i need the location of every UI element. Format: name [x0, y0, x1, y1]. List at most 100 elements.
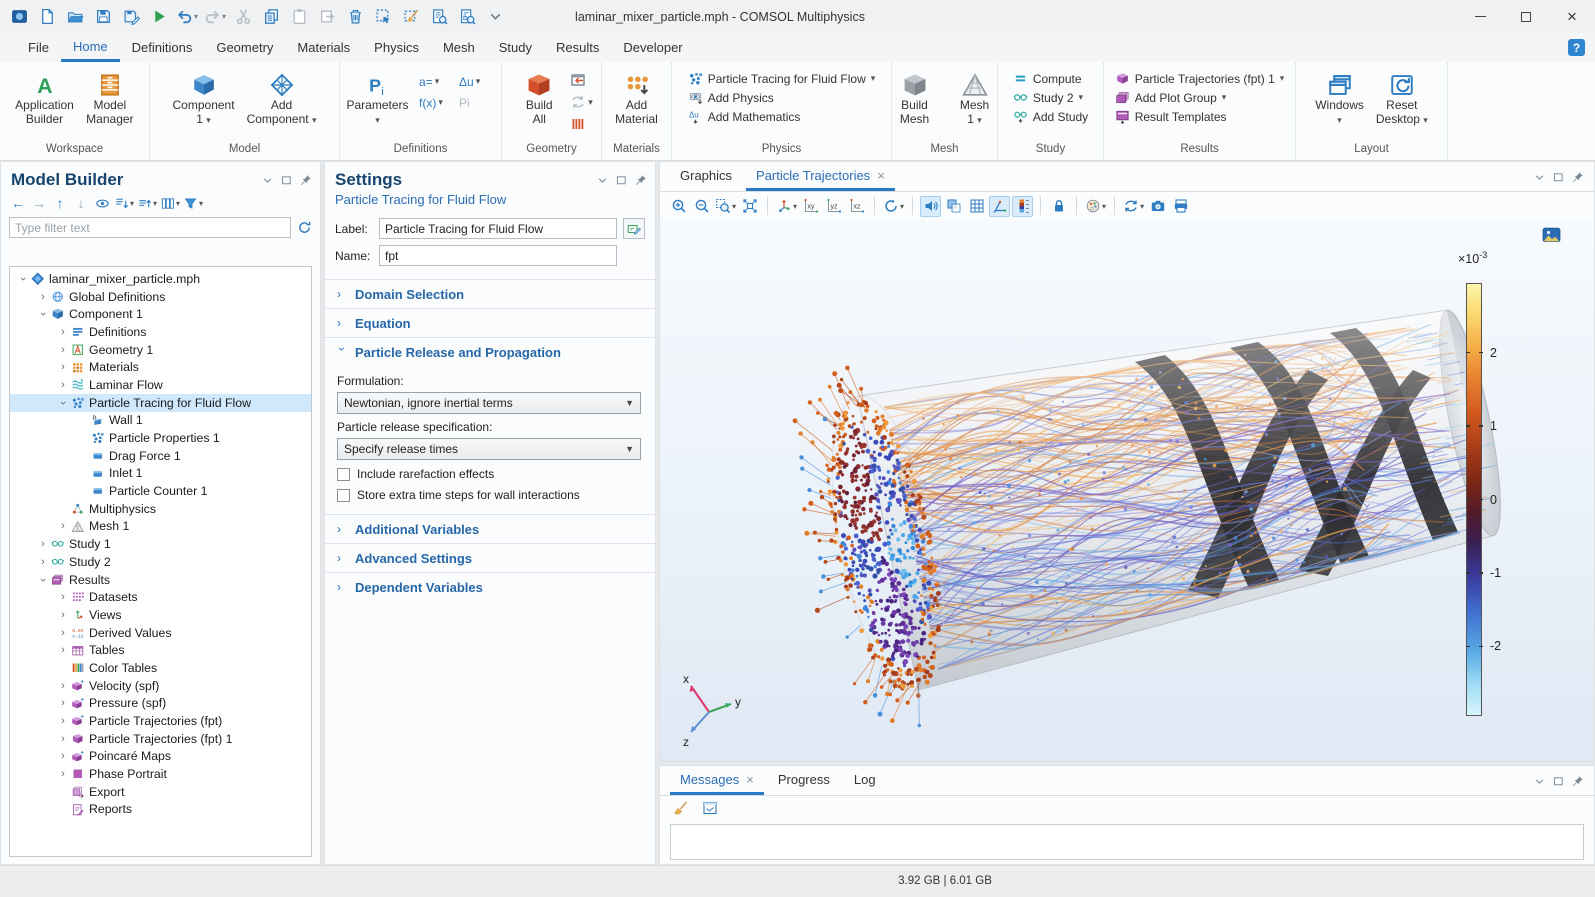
- transparency-button[interactable]: [943, 196, 964, 217]
- maximize-button[interactable]: [1503, 0, 1549, 33]
- chevron-icon[interactable]: ›: [37, 307, 49, 321]
- application-builder-button[interactable]: AApplicationBuilder: [10, 67, 79, 126]
- tree-item-particle-tracing-for-fluid-flow[interactable]: ›Particle Tracing for Fluid Flow: [10, 394, 311, 412]
- compute-button[interactable]: Compute: [1013, 71, 1088, 86]
- tree-item-drag-force-1[interactable]: Drag Force 1: [10, 447, 311, 465]
- refresh-icon[interactable]: [297, 220, 312, 235]
- chevron-icon[interactable]: ›: [56, 697, 70, 709]
- checkbox-include-rarefaction-effects[interactable]: Include rarefaction effects: [337, 467, 641, 481]
- menu-mesh[interactable]: Mesh: [431, 33, 487, 62]
- filter-button[interactable]: ▾: [183, 194, 203, 212]
- chevron-icon[interactable]: ›: [56, 379, 70, 391]
- pin-panel-icon[interactable]: [1571, 775, 1584, 788]
- checkbox-box[interactable]: [337, 468, 350, 481]
- appearance-button[interactable]: ▾: [1084, 196, 1107, 217]
- add-material-button[interactable]: AddMaterial: [608, 67, 666, 126]
- tree-item-definitions[interactable]: ›Definitions: [10, 323, 311, 341]
- add-physics-button[interactable]: Add Physics: [688, 90, 876, 105]
- reset-desktop-button[interactable]: ResetDesktop ▾: [1371, 67, 1433, 127]
- open-button[interactable]: [62, 4, 88, 30]
- node-grouping-button[interactable]: ▾: [160, 194, 180, 212]
- zoom-out-button[interactable]: [691, 196, 712, 217]
- expand-all-button[interactable]: ▾: [114, 194, 134, 212]
- float-panel-icon[interactable]: [1552, 775, 1565, 788]
- menu-definitions[interactable]: Definitions: [120, 33, 205, 62]
- def-fx-button[interactable]: f(x)▾: [415, 92, 455, 113]
- menu-results[interactable]: Results: [544, 33, 611, 62]
- wireframe-grid-button[interactable]: [966, 196, 987, 217]
- minimize-button[interactable]: [1457, 0, 1503, 33]
- def-u-button[interactable]: Δu▾: [455, 71, 499, 92]
- tree-item-wall-1[interactable]: DWall 1: [10, 412, 311, 430]
- chevron-icon[interactable]: ›: [17, 272, 29, 286]
- tree-item-materials[interactable]: ›Materials: [10, 358, 311, 376]
- result-templates-button[interactable]: Result Templates: [1115, 109, 1285, 124]
- menu-developer[interactable]: Developer: [611, 33, 694, 62]
- close-tab-icon[interactable]: ×: [877, 168, 885, 183]
- chevron-icon[interactable]: ›: [56, 715, 70, 727]
- tree-item-laminar-mixer-particle-mph[interactable]: ›laminar_mixer_particle.mph: [10, 270, 311, 288]
- float-panel-icon[interactable]: [1552, 171, 1565, 184]
- view-yz-button[interactable]: yz: [823, 196, 844, 217]
- zoom-box-button[interactable]: ▾: [714, 196, 737, 217]
- panel-menu-icon[interactable]: [261, 174, 274, 187]
- chevron-icon[interactable]: ›: [56, 609, 70, 621]
- chevron-icon[interactable]: ›: [56, 344, 70, 356]
- section-header[interactable]: ›Additional Variables: [325, 515, 655, 543]
- tree-item-export[interactable]: Export: [10, 783, 311, 801]
- new-button[interactable]: [34, 4, 60, 30]
- tree-item-poincar-maps[interactable]: ›Poincaré Maps: [10, 748, 311, 766]
- chevron-icon[interactable]: ›: [56, 326, 70, 338]
- panel-menu-icon[interactable]: [1533, 775, 1546, 788]
- cut-button[interactable]: [230, 4, 256, 30]
- tree-item-reports[interactable]: Reports: [10, 801, 311, 819]
- zoom-extents-button[interactable]: [739, 196, 760, 217]
- model-manager-button[interactable]: ModelManager: [81, 67, 139, 126]
- combobox-newtonian-ignore-inertia[interactable]: Newtonian, ignore inertial terms▼: [337, 392, 641, 414]
- chevron-icon[interactable]: ›: [56, 627, 70, 639]
- tree-item-pressure-spf-[interactable]: ›Pressure (spf): [10, 695, 311, 713]
- pin-panel-icon[interactable]: [634, 174, 647, 187]
- menu-geometry[interactable]: Geometry: [204, 33, 285, 62]
- redo-button[interactable]: ▾: [202, 4, 228, 30]
- select-button[interactable]: [370, 4, 396, 30]
- scene-light-button[interactable]: [920, 196, 941, 217]
- chevron-icon[interactable]: ›: [56, 591, 70, 603]
- filter-input[interactable]: [9, 217, 291, 238]
- preview-settings-button[interactable]: [454, 4, 480, 30]
- section-header[interactable]: ›Domain Selection: [325, 280, 655, 308]
- chevron-icon[interactable]: ›: [56, 361, 70, 373]
- forward-button[interactable]: →: [30, 194, 48, 212]
- tree-item-laminar-flow[interactable]: ›Laminar Flow: [10, 376, 311, 394]
- graphics-tab-particle-trajectories[interactable]: Particle Trajectories×: [746, 161, 895, 191]
- tree-item-particle-trajectories-fpt-[interactable]: ›Particle Trajectories (fpt): [10, 712, 311, 730]
- add-mathematics-button[interactable]: ΔuAdd Mathematics: [688, 109, 876, 124]
- graphics-viewport[interactable]: xyz ×10-3 210-1-2: [660, 220, 1594, 761]
- tree-item-mesh-1[interactable]: ›Mesh 1: [10, 518, 311, 536]
- close-tab-icon[interactable]: ×: [746, 772, 754, 787]
- log-window-button[interactable]: [699, 798, 720, 819]
- name-input[interactable]: [379, 245, 617, 266]
- graphics-tab-graphics[interactable]: Graphics: [670, 161, 742, 191]
- save-button[interactable]: [90, 4, 116, 30]
- copy-button[interactable]: [258, 4, 284, 30]
- section-header[interactable]: ›Dependent Variables: [325, 573, 655, 601]
- zoom-in-button[interactable]: [668, 196, 689, 217]
- menu-file[interactable]: File: [16, 33, 61, 62]
- color-legend-button[interactable]: [1012, 196, 1033, 217]
- menu-physics[interactable]: Physics: [362, 33, 431, 62]
- undo-button[interactable]: ▾: [174, 4, 200, 30]
- add-study-button[interactable]: Add Study: [1013, 109, 1088, 124]
- parameters--button[interactable]: PiParameters▾: [342, 67, 413, 127]
- tree-item-tables[interactable]: ›Tables: [10, 641, 311, 659]
- label-input[interactable]: [379, 218, 617, 239]
- chevron-icon[interactable]: ›: [36, 556, 50, 568]
- tree-item-global-definitions[interactable]: ›Global Definitions: [10, 288, 311, 306]
- plot-thumbnail-icon[interactable]: [1542, 226, 1561, 245]
- mesh-1-button[interactable]: Mesh1 ▾: [946, 67, 1004, 127]
- duplicate-button[interactable]: [314, 4, 340, 30]
- delete-button[interactable]: [342, 4, 368, 30]
- menu-materials[interactable]: Materials: [285, 33, 362, 62]
- tree-item-component-1[interactable]: ›Component 1: [10, 305, 311, 323]
- tree-item-particle-counter-1[interactable]: Particle Counter 1: [10, 482, 311, 500]
